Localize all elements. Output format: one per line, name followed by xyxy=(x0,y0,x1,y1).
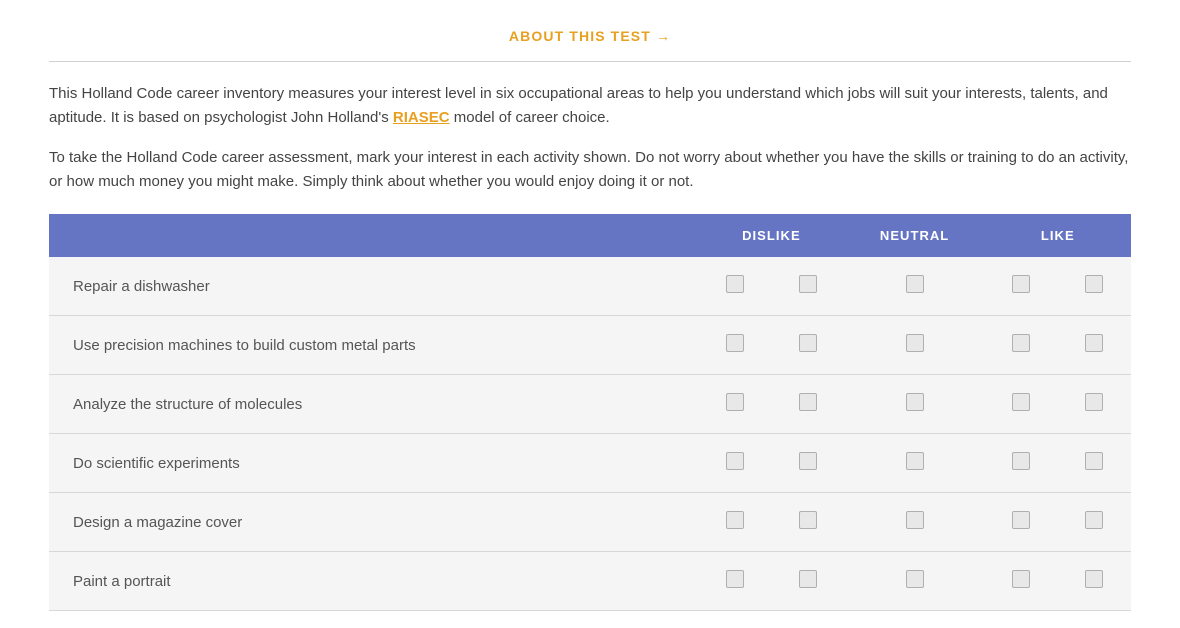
col-header-neutral: NEUTRAL xyxy=(845,214,985,257)
checkbox-cell-like-mild xyxy=(985,316,1058,375)
checkbox-dislike-strong[interactable] xyxy=(726,334,744,352)
checkbox-like-mild[interactable] xyxy=(1012,393,1030,411)
checkbox-like-strong[interactable] xyxy=(1085,511,1103,529)
checkbox-like-mild[interactable] xyxy=(1012,334,1030,352)
checkbox-cell-neutral xyxy=(845,493,985,552)
checkbox-cell-neutral xyxy=(845,434,985,493)
activity-label: Do scientific experiments xyxy=(49,434,698,493)
checkbox-dislike-strong[interactable] xyxy=(726,511,744,529)
checkbox-cell-dislike-mild xyxy=(771,493,844,552)
col-header-activity xyxy=(49,214,698,257)
col-header-like: LIKE xyxy=(985,214,1131,257)
checkbox-neutral[interactable] xyxy=(906,334,924,352)
checkbox-dislike-strong[interactable] xyxy=(726,275,744,293)
checkbox-dislike-mild[interactable] xyxy=(799,393,817,411)
checkbox-cell-dislike-mild xyxy=(771,434,844,493)
checkbox-like-strong[interactable] xyxy=(1085,393,1103,411)
checkbox-cell-neutral xyxy=(845,316,985,375)
checkbox-neutral[interactable] xyxy=(906,393,924,411)
checkbox-cell-like-strong xyxy=(1058,257,1131,316)
checkbox-cell-neutral xyxy=(845,257,985,316)
checkbox-cell-like-mild xyxy=(985,493,1058,552)
checkbox-dislike-strong[interactable] xyxy=(726,452,744,470)
checkbox-cell-like-strong xyxy=(1058,552,1131,611)
riasec-link[interactable]: RIASEC xyxy=(393,109,450,126)
checkbox-dislike-strong[interactable] xyxy=(726,570,744,588)
checkbox-cell-dislike-strong xyxy=(698,493,771,552)
checkbox-like-strong[interactable] xyxy=(1085,334,1103,352)
checkbox-cell-like-mild xyxy=(985,552,1058,611)
checkbox-neutral[interactable] xyxy=(906,570,924,588)
checkbox-dislike-mild[interactable] xyxy=(799,452,817,470)
table-row: Repair a dishwasher xyxy=(49,257,1131,316)
checkbox-dislike-mild[interactable] xyxy=(799,511,817,529)
activity-label: Repair a dishwasher xyxy=(49,257,698,316)
table-row: Use precision machines to build custom m… xyxy=(49,316,1131,375)
checkbox-neutral[interactable] xyxy=(906,275,924,293)
table-row: Paint a portrait xyxy=(49,552,1131,611)
checkbox-neutral[interactable] xyxy=(906,511,924,529)
checkbox-dislike-mild[interactable] xyxy=(799,275,817,293)
checkbox-cell-dislike-strong xyxy=(698,552,771,611)
checkbox-dislike-mild[interactable] xyxy=(799,570,817,588)
description-text-2: model of career choice. xyxy=(450,109,610,126)
checkbox-like-mild[interactable] xyxy=(1012,570,1030,588)
checkbox-dislike-mild[interactable] xyxy=(799,334,817,352)
about-test-label: ABOUT THIS TEST xyxy=(509,28,651,44)
table-row: Analyze the structure of molecules xyxy=(49,375,1131,434)
checkbox-cell-dislike-mild xyxy=(771,316,844,375)
table-row: Do scientific experiments xyxy=(49,434,1131,493)
activity-label: Analyze the structure of molecules xyxy=(49,375,698,434)
checkbox-cell-dislike-strong xyxy=(698,375,771,434)
table-header-row: DISLIKE NEUTRAL LIKE xyxy=(49,214,1131,257)
checkbox-cell-neutral xyxy=(845,375,985,434)
checkbox-cell-dislike-mild xyxy=(771,257,844,316)
checkbox-cell-like-strong xyxy=(1058,316,1131,375)
table-row: Design a magazine cover xyxy=(49,493,1131,552)
riasec-label: RIASEC xyxy=(393,109,450,126)
instructions-paragraph: To take the Holland Code career assessme… xyxy=(49,146,1131,194)
description-paragraph: This Holland Code career inventory measu… xyxy=(49,82,1131,130)
checkbox-neutral[interactable] xyxy=(906,452,924,470)
col-header-dislike: DISLIKE xyxy=(698,214,844,257)
checkbox-cell-dislike-mild xyxy=(771,375,844,434)
checkbox-cell-like-mild xyxy=(985,257,1058,316)
checkbox-cell-neutral xyxy=(845,552,985,611)
checkbox-like-mild[interactable] xyxy=(1012,275,1030,293)
checkbox-like-mild[interactable] xyxy=(1012,511,1030,529)
checkbox-dislike-strong[interactable] xyxy=(726,393,744,411)
about-header: ABOUT THIS TEST → xyxy=(49,16,1131,62)
checkbox-cell-dislike-mild xyxy=(771,552,844,611)
checkbox-like-strong[interactable] xyxy=(1085,275,1103,293)
instructions-text: To take the Holland Code career assessme… xyxy=(49,149,1128,190)
checkbox-cell-dislike-strong xyxy=(698,316,771,375)
checkbox-cell-dislike-strong xyxy=(698,434,771,493)
checkbox-like-strong[interactable] xyxy=(1085,452,1103,470)
assessment-table: DISLIKE NEUTRAL LIKE Repair a dishwasher… xyxy=(49,214,1131,611)
checkbox-cell-like-mild xyxy=(985,434,1058,493)
about-test-link[interactable]: ABOUT THIS TEST → xyxy=(509,28,671,44)
checkbox-like-mild[interactable] xyxy=(1012,452,1030,470)
checkbox-like-strong[interactable] xyxy=(1085,570,1103,588)
activity-label: Use precision machines to build custom m… xyxy=(49,316,698,375)
checkbox-cell-like-strong xyxy=(1058,493,1131,552)
activity-label: Design a magazine cover xyxy=(49,493,698,552)
activity-label: Paint a portrait xyxy=(49,552,698,611)
checkbox-cell-like-mild xyxy=(985,375,1058,434)
checkbox-cell-like-strong xyxy=(1058,434,1131,493)
about-arrow: → xyxy=(656,28,671,44)
checkbox-cell-dislike-strong xyxy=(698,257,771,316)
checkbox-cell-like-strong xyxy=(1058,375,1131,434)
